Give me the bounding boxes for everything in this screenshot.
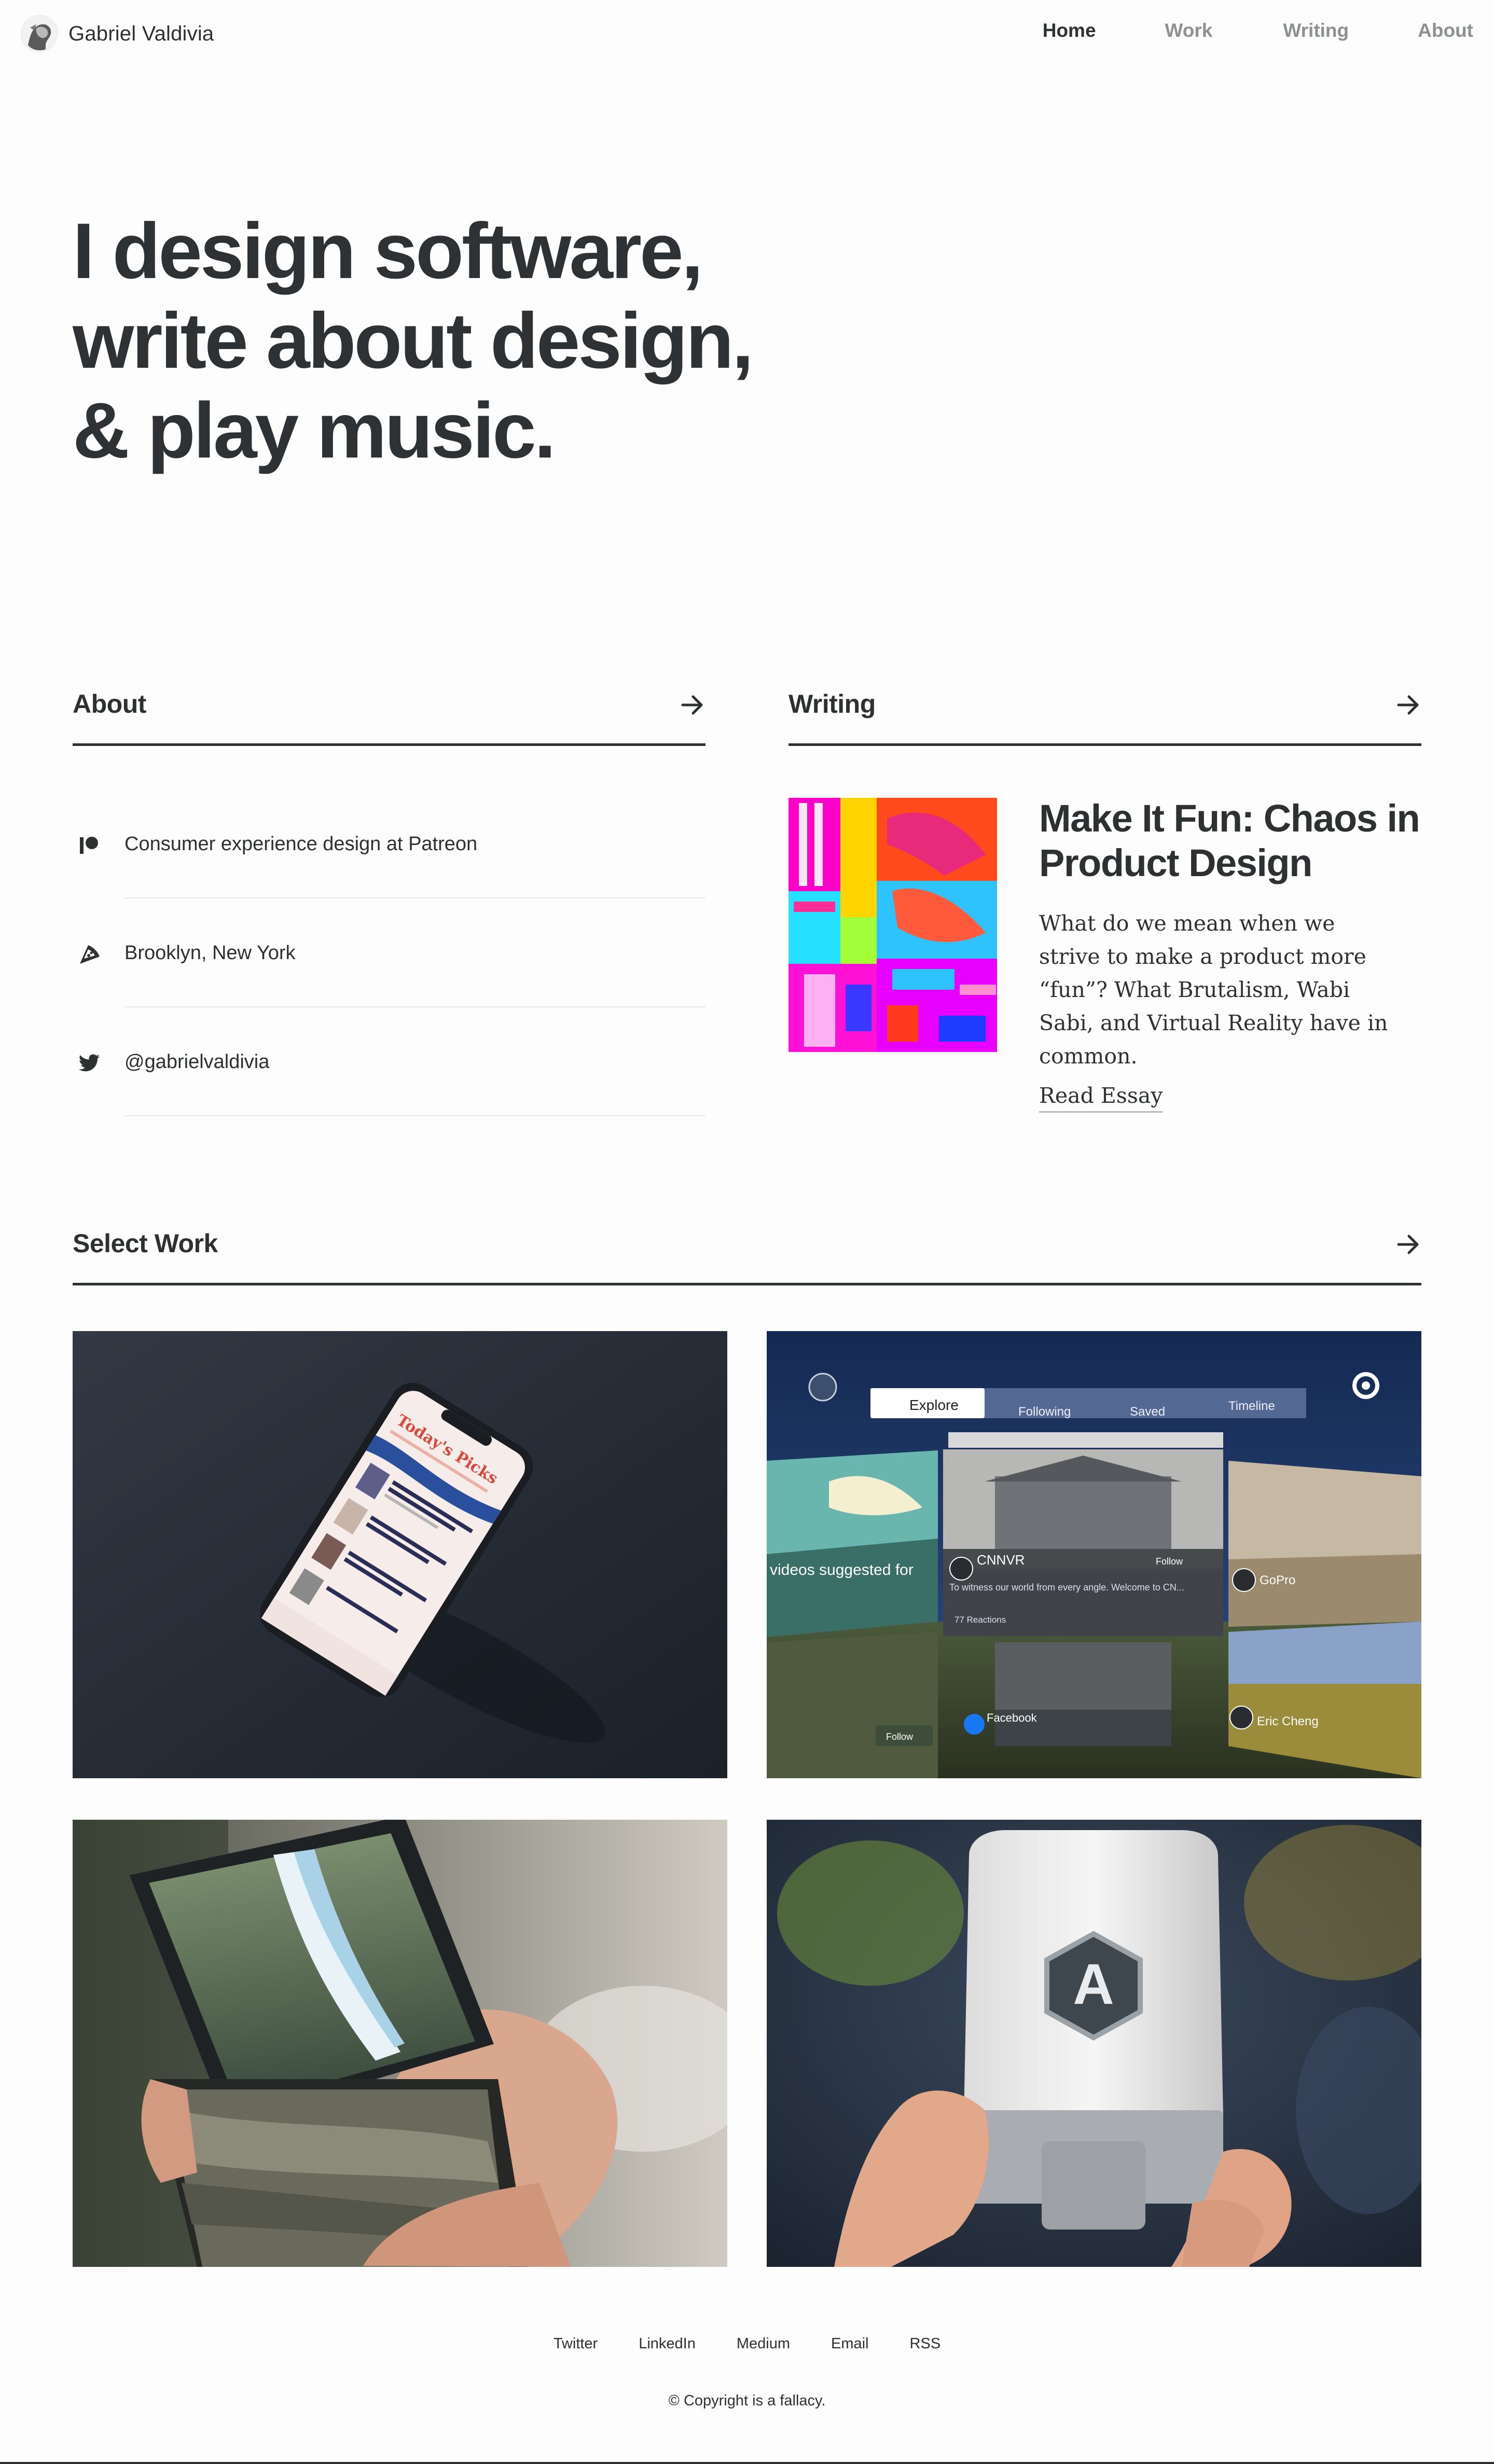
hero-line: & play music. xyxy=(73,386,556,475)
copyright-text: © Copyright is a fallacy. xyxy=(668,2392,826,2409)
about-item-job: Consumer experience design at Patreon xyxy=(73,790,706,898)
vr-label-gopro: GoPro xyxy=(1260,1573,1295,1587)
work-section-title[interactable]: Select Work xyxy=(73,1228,218,1258)
read-essay-link[interactable]: Read Essay xyxy=(1039,1083,1163,1113)
vr-tab-following: Following xyxy=(1018,1405,1071,1419)
vr-tab-saved: Saved xyxy=(1130,1405,1165,1419)
hero-line: write about design, xyxy=(73,297,754,385)
nav-home[interactable]: Home xyxy=(1043,20,1096,41)
vr-label-cnnvr: CNNVR xyxy=(977,1552,1025,1568)
footer-link-email[interactable]: Email xyxy=(831,2335,869,2352)
footer-link-twitter[interactable]: Twitter xyxy=(554,2335,598,2352)
footer-nav: Twitter LinkedIn Medium Email RSS xyxy=(0,2335,1494,2352)
about-section-header: About xyxy=(73,689,706,746)
arrow-right-icon[interactable] xyxy=(680,692,706,718)
vr-label-eric-cheng: Eric Cheng xyxy=(1257,1714,1319,1728)
work-tile-waterfall-phone[interactable] xyxy=(73,1820,727,2267)
footer-link-linkedin[interactable]: LinkedIn xyxy=(639,2335,696,2352)
vr-tab-timeline: Timeline xyxy=(1228,1399,1275,1413)
about-item-location: Brooklyn, New York xyxy=(73,898,706,1007)
essay-title[interactable]: Make It Fun: Chaos in Product Design xyxy=(1039,796,1454,885)
bottom-bar xyxy=(0,2462,1494,2464)
about-section-title[interactable]: About xyxy=(73,689,146,719)
brand-name: Gabriel Valdivia xyxy=(68,22,214,45)
arrow-right-icon[interactable] xyxy=(1395,1231,1421,1257)
vr-follow-label: Follow xyxy=(886,1732,914,1742)
hero-heading: I design software, write about design, &… xyxy=(73,206,799,476)
writing-section-title[interactable]: Writing xyxy=(789,689,876,719)
writing-section-header: Writing xyxy=(789,689,1421,746)
nav-work[interactable]: Work xyxy=(1165,20,1213,41)
pizza-slice-icon xyxy=(78,943,101,966)
avatar-portrait-icon xyxy=(21,15,58,52)
vr-label-description: To witness our world from every angle. W… xyxy=(949,1582,1184,1593)
footer-link-rss[interactable]: RSS xyxy=(910,2335,941,2352)
vr-tab-explore: Explore xyxy=(909,1397,959,1413)
about-item-text: @gabrielvaldivia xyxy=(125,1051,270,1073)
brand-link[interactable]: Gabriel Valdivia xyxy=(21,15,214,52)
work-section-header: Select Work xyxy=(73,1228,1421,1285)
work-tile-vr-feed[interactable]: Explore Following Saved Timeline videos … xyxy=(767,1331,1421,1778)
main-nav: Home Work Writing About xyxy=(1043,20,1473,41)
vr-label-reactions: 77 Reactions xyxy=(955,1615,1006,1625)
automatic-logo-letter: A xyxy=(1073,1953,1114,2016)
about-item-twitter[interactable]: @gabrielvaldivia xyxy=(73,1007,706,1116)
nav-about[interactable]: About xyxy=(1418,20,1473,41)
footer-link-medium[interactable]: Medium xyxy=(737,2335,790,2352)
vr-follow-label: Follow xyxy=(1156,1556,1183,1567)
nav-writing[interactable]: Writing xyxy=(1283,20,1349,41)
divider xyxy=(125,1115,706,1116)
patreon-icon xyxy=(78,834,101,857)
essay-thumbnail[interactable] xyxy=(789,798,997,1052)
work-tile-automatic-adapter[interactable]: A xyxy=(767,1820,1421,2267)
essay-excerpt: What do we mean when we strive to make a… xyxy=(1039,911,1388,1069)
work-tile-todays-picks[interactable]: Today's Picks xyxy=(73,1331,727,1778)
site-header: Gabriel Valdivia Home Work Writing About xyxy=(0,0,1494,68)
vr-label-facebook: Facebook xyxy=(987,1711,1038,1724)
about-item-text: Consumer experience design at Patreon xyxy=(125,833,478,855)
hero-line: I design software, xyxy=(73,207,703,295)
about-item-text: Brooklyn, New York xyxy=(125,942,296,964)
twitter-bird-icon xyxy=(78,1052,101,1075)
arrow-right-icon[interactable] xyxy=(1395,692,1421,718)
vr-panel-caption: videos suggested for xyxy=(770,1561,914,1579)
